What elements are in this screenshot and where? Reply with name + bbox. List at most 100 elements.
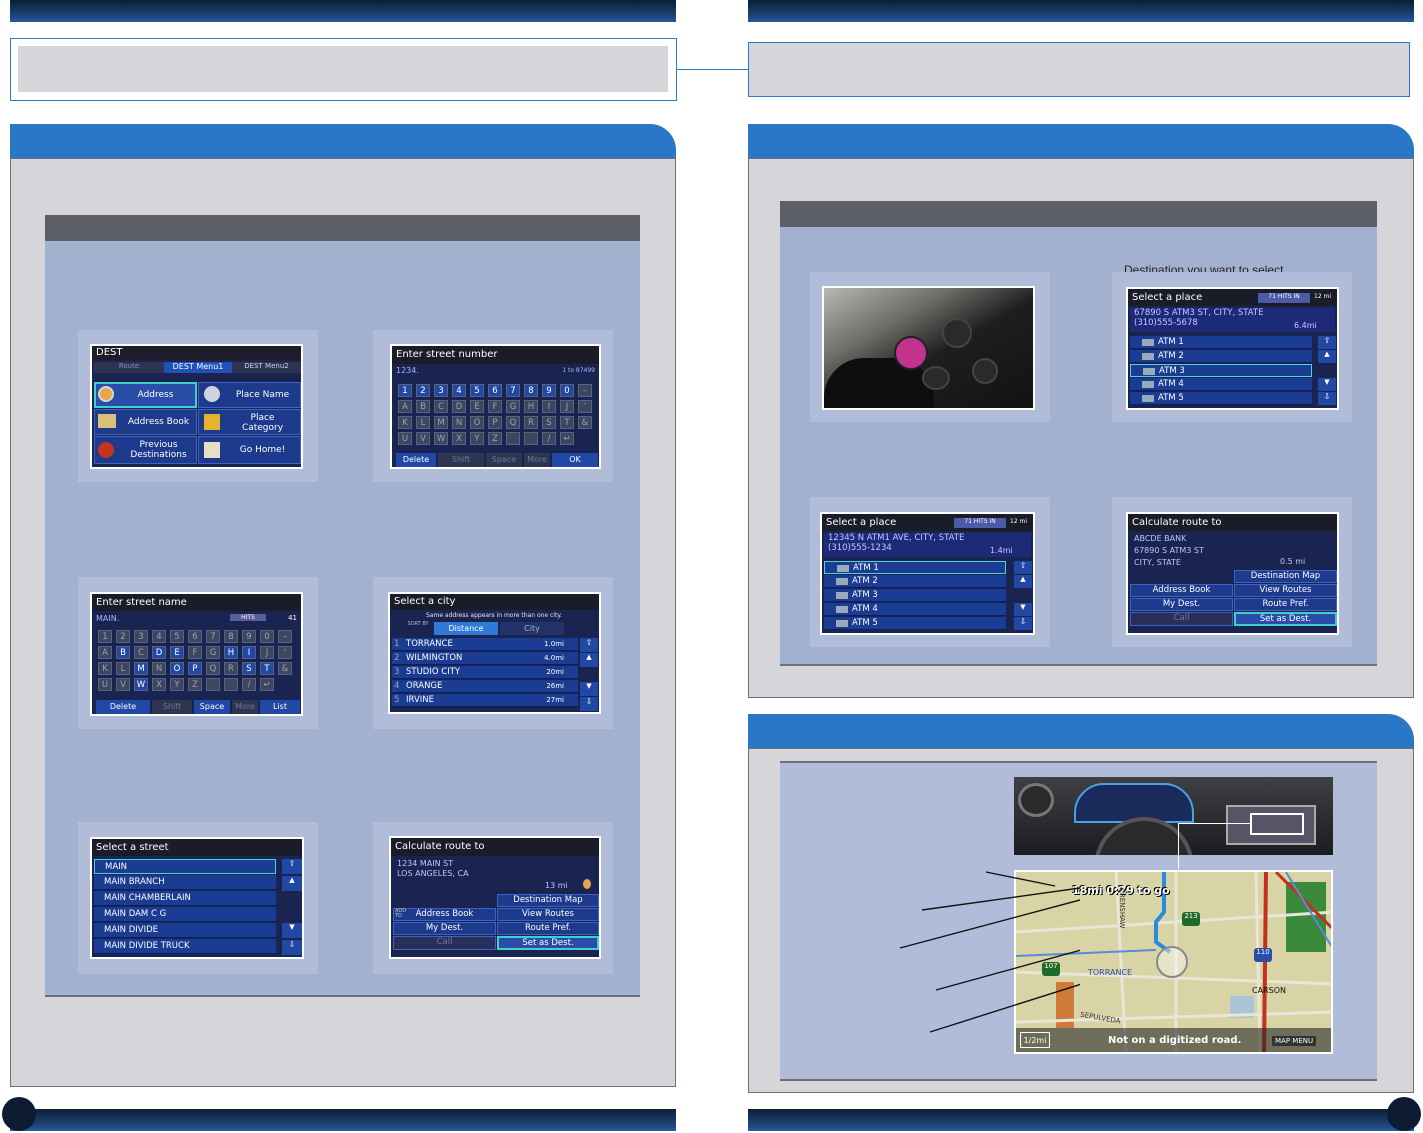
key-C[interactable]: C xyxy=(434,400,448,413)
key-8[interactable]: 8 xyxy=(224,630,238,643)
key-F[interactable]: F xyxy=(188,646,202,659)
route-pref-button[interactable]: Route Pref. xyxy=(1234,598,1337,611)
key-T[interactable]: T xyxy=(560,416,574,429)
key-O[interactable]: O xyxy=(470,416,484,429)
scroll-down-button[interactable]: ▼ xyxy=(282,923,302,938)
key-B[interactable]: B xyxy=(416,400,430,413)
key-&[interactable]: & xyxy=(578,416,592,429)
key-Q[interactable]: Q xyxy=(206,662,220,675)
list-item[interactable]: ATM 3 xyxy=(824,589,1006,602)
call-button[interactable]: Call xyxy=(393,936,496,950)
key-G[interactable]: G xyxy=(506,400,520,413)
input-value[interactable]: 1234. xyxy=(396,366,419,375)
key-Z[interactable]: Z xyxy=(188,678,202,691)
list-item[interactable]: ATM 5 xyxy=(1130,392,1312,405)
key-blank[interactable] xyxy=(524,432,538,445)
key-H[interactable]: H xyxy=(224,646,238,659)
my-dest-button[interactable]: My Dest. xyxy=(393,922,496,935)
list-item[interactable]: 1 TORRANCE 1.0mi xyxy=(392,638,578,651)
scroll-up-button[interactable]: ▲ xyxy=(282,876,302,891)
key-E[interactable]: E xyxy=(170,646,184,659)
key-blank[interactable] xyxy=(206,678,220,691)
key-1[interactable]: 1 xyxy=(98,630,112,643)
view-routes-button[interactable]: View Routes xyxy=(1234,584,1337,597)
list-item[interactable]: MAIN DIVIDE TRUCK xyxy=(94,939,276,954)
list-item[interactable]: ATM 3 xyxy=(1130,364,1312,377)
address-book-button[interactable]: Address Book xyxy=(393,908,496,921)
key-A[interactable]: A xyxy=(398,400,412,413)
shift-button[interactable]: Shift xyxy=(152,700,192,714)
key-K[interactable]: K xyxy=(98,662,112,675)
list-item[interactable]: MAIN CHAMBERLAIN xyxy=(94,891,276,906)
address-book-button[interactable]: Address Book xyxy=(1130,584,1233,597)
tab-city[interactable]: City xyxy=(500,622,564,635)
destination-map-button[interactable]: Destination Map xyxy=(1234,570,1337,583)
list-item[interactable]: ATM 5 xyxy=(824,617,1006,630)
scroll-down-button[interactable]: ▼ xyxy=(580,682,598,696)
set-as-dest-button[interactable]: Set as Dest. xyxy=(497,936,599,950)
space-button[interactable]: Space xyxy=(194,700,230,714)
key-/[interactable]: / xyxy=(242,678,256,691)
key-↵[interactable]: ↵ xyxy=(260,678,274,691)
key-5[interactable]: 5 xyxy=(170,630,184,643)
space-button[interactable]: Space xyxy=(486,453,522,467)
key-G[interactable]: G xyxy=(206,646,220,659)
list-item[interactable]: MAIN BRANCH xyxy=(94,875,276,890)
key-6[interactable]: 6 xyxy=(188,630,202,643)
delete-button[interactable]: Delete xyxy=(396,453,436,467)
key-U[interactable]: U xyxy=(398,432,412,445)
delete-button[interactable]: Delete xyxy=(96,700,150,714)
key-J[interactable]: J xyxy=(560,400,574,413)
scroll-down-button[interactable]: ▼ xyxy=(1318,378,1336,391)
key-S[interactable]: S xyxy=(542,416,556,429)
list-item[interactable]: ATM 4 xyxy=(1130,378,1312,391)
tab-dest-menu1[interactable]: DEST Menu1 xyxy=(164,362,232,373)
key-V[interactable]: V xyxy=(116,678,130,691)
key-W[interactable]: W xyxy=(434,432,448,445)
key-R[interactable]: R xyxy=(524,416,538,429)
key-P[interactable]: P xyxy=(188,662,202,675)
ok-button[interactable]: OK xyxy=(552,453,598,467)
tab-distance[interactable]: Distance xyxy=(434,622,498,635)
key-F[interactable]: F xyxy=(488,400,502,413)
key-Z[interactable]: Z xyxy=(488,432,502,445)
key-K[interactable]: K xyxy=(398,416,412,429)
route-pref-button[interactable]: Route Pref. xyxy=(497,922,599,935)
scroll-top-button[interactable]: ⇧ xyxy=(580,638,598,652)
scroll-bottom-button[interactable]: ⇩ xyxy=(1014,617,1032,630)
key-C[interactable]: C xyxy=(134,646,148,659)
key-7[interactable]: 7 xyxy=(506,384,520,397)
key-blank[interactable] xyxy=(224,678,238,691)
list-item[interactable]: 4 ORANGE 26mi xyxy=(392,680,578,693)
key-3[interactable]: 3 xyxy=(434,384,448,397)
key-'[interactable]: ' xyxy=(278,646,292,659)
scroll-up-button[interactable]: ▲ xyxy=(1318,350,1336,363)
key-W[interactable]: W xyxy=(134,678,148,691)
key-0[interactable]: 0 xyxy=(560,384,574,397)
list-item[interactable]: MAIN DIVIDE xyxy=(94,923,276,938)
key-1[interactable]: 1 xyxy=(398,384,412,397)
key-4[interactable]: 4 xyxy=(152,630,166,643)
key-3[interactable]: 3 xyxy=(134,630,148,643)
view-routes-button[interactable]: View Routes xyxy=(497,908,599,921)
destination-map-button[interactable]: Destination Map xyxy=(497,894,599,907)
key-5[interactable]: 5 xyxy=(470,384,484,397)
scroll-top-button[interactable]: ⇧ xyxy=(282,859,302,874)
scroll-up-button[interactable]: ▲ xyxy=(580,653,598,667)
key-P[interactable]: P xyxy=(488,416,502,429)
tab-route[interactable]: Route xyxy=(94,362,164,373)
key-V[interactable]: V xyxy=(416,432,430,445)
key-2[interactable]: 2 xyxy=(116,630,130,643)
key-'[interactable]: ' xyxy=(578,400,592,413)
key-&[interactable]: & xyxy=(278,662,292,675)
key-O[interactable]: O xyxy=(170,662,184,675)
key-9[interactable]: 9 xyxy=(242,630,256,643)
key-↵[interactable]: ↵ xyxy=(560,432,574,445)
input-value[interactable]: MAIN. xyxy=(96,614,119,623)
my-dest-button[interactable]: My Dest. xyxy=(1130,598,1233,611)
key-0[interactable]: 0 xyxy=(260,630,274,643)
list-item[interactable]: ATM 2 xyxy=(824,575,1006,588)
key-Y[interactable]: Y xyxy=(170,678,184,691)
key-J[interactable]: J xyxy=(260,646,274,659)
list-item[interactable]: MAIN xyxy=(94,859,276,874)
